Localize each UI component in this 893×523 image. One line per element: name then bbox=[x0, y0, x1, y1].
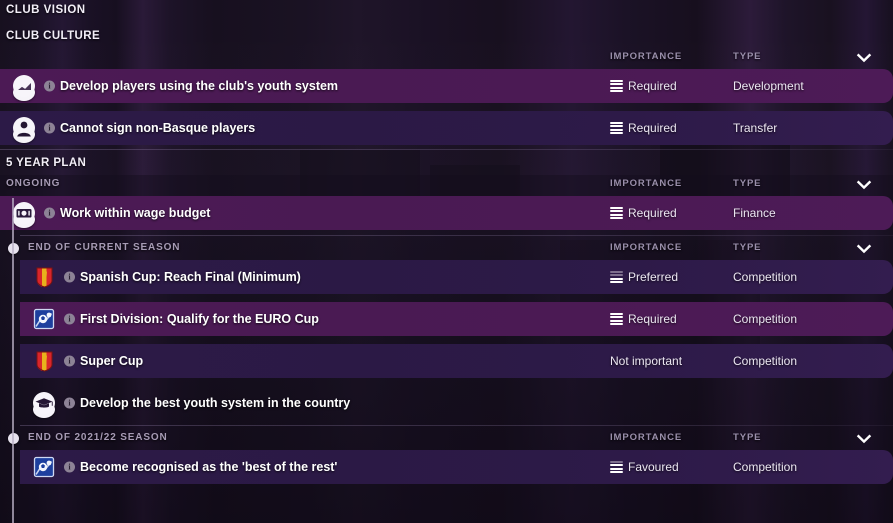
row-label: Spanish Cup: Reach Final (Minimum) bbox=[80, 270, 301, 284]
vision-row[interactable]: i Become recognised as the 'best of the r… bbox=[20, 450, 893, 484]
chevron-down-icon[interactable] bbox=[856, 243, 872, 255]
first-division-badge-icon bbox=[33, 308, 55, 334]
graduation-cap-icon bbox=[33, 392, 55, 418]
spanish-cup-badge-icon bbox=[33, 267, 55, 292]
column-header: IMPORTANCE TYPE bbox=[0, 432, 893, 448]
importance-bars-icon bbox=[610, 206, 623, 220]
info-icon[interactable]: i bbox=[44, 80, 55, 92]
row-importance: Not important bbox=[610, 354, 682, 368]
column-header-type: TYPE bbox=[733, 178, 762, 189]
column-header: IMPORTANCE TYPE bbox=[0, 242, 893, 258]
row-type: Transfer bbox=[733, 121, 778, 135]
chevron-down-icon[interactable] bbox=[856, 433, 872, 445]
column-header: IMPORTANCE TYPE bbox=[0, 178, 893, 194]
person-icon bbox=[13, 117, 35, 143]
info-icon[interactable]: i bbox=[64, 355, 75, 367]
row-badge bbox=[13, 202, 35, 228]
row-type: Competition bbox=[733, 312, 798, 326]
row-importance-label: Preferred bbox=[628, 270, 679, 284]
column-header-importance: IMPORTANCE bbox=[610, 51, 683, 62]
row-label: Super Cup bbox=[80, 354, 144, 368]
chevron-down-icon[interactable] bbox=[856, 179, 872, 191]
info-icon[interactable]: i bbox=[64, 271, 75, 283]
row-badge bbox=[13, 117, 35, 143]
row-badge bbox=[33, 392, 55, 418]
page-title: CLUB VISION bbox=[6, 4, 86, 16]
vision-row[interactable]: i Develop the best youth system in the co… bbox=[20, 386, 893, 420]
first-division-badge-icon bbox=[33, 456, 55, 482]
row-importance-label: Required bbox=[628, 79, 677, 93]
info-icon[interactable]: i bbox=[44, 122, 55, 134]
row-type: Development bbox=[733, 79, 804, 93]
column-header: IMPORTANCE TYPE bbox=[0, 51, 893, 67]
row-badge bbox=[33, 456, 55, 478]
importance-bars-icon bbox=[610, 121, 623, 135]
vision-row[interactable]: i Spanish Cup: Reach Final (Minimum) Prefe… bbox=[20, 260, 893, 294]
row-label: Cannot sign non-Basque players bbox=[60, 121, 256, 135]
group-divider bbox=[20, 235, 893, 236]
growth-chart-icon bbox=[13, 75, 35, 101]
row-label: Develop the best youth system in the cou… bbox=[80, 396, 351, 410]
importance-bars-icon bbox=[610, 270, 623, 284]
row-badge bbox=[13, 75, 35, 101]
row-badge bbox=[33, 308, 55, 330]
row-importance: Required bbox=[610, 206, 677, 220]
vision-row[interactable]: i Develop players using the club's youth … bbox=[0, 69, 893, 103]
row-badge bbox=[33, 266, 55, 288]
row-badge bbox=[33, 350, 55, 372]
row-label: Become recognised as the 'best of the re… bbox=[80, 460, 338, 474]
info-icon[interactable]: i bbox=[44, 207, 55, 219]
row-importance-label: Favoured bbox=[628, 460, 679, 474]
column-header-type: TYPE bbox=[733, 242, 762, 253]
column-header-type: TYPE bbox=[733, 51, 762, 62]
importance-bars-icon bbox=[610, 79, 623, 93]
row-importance: Preferred bbox=[610, 270, 678, 284]
vision-row[interactable]: i First Division: Qualify for the EURO Cu… bbox=[20, 302, 893, 336]
row-type: Competition bbox=[733, 354, 798, 368]
row-importance: Favoured bbox=[610, 460, 679, 474]
row-label: Work within wage budget bbox=[60, 206, 211, 220]
section-title-five-year-plan: 5 YEAR PLAN bbox=[6, 157, 87, 169]
info-icon[interactable]: i bbox=[64, 461, 75, 473]
vision-row[interactable]: i Work within wage budget Required Finance bbox=[0, 196, 893, 230]
row-label: Develop players using the club's youth s… bbox=[60, 79, 339, 93]
section-title-club-culture: CLUB CULTURE bbox=[6, 30, 101, 42]
column-header-importance: IMPORTANCE bbox=[610, 242, 683, 253]
spanish-cup-badge-icon bbox=[33, 351, 55, 376]
row-label: First Division: Qualify for the EURO Cup bbox=[80, 312, 319, 326]
timeline-line bbox=[12, 198, 14, 523]
row-importance: Required bbox=[610, 79, 677, 93]
row-type: Competition bbox=[733, 270, 798, 284]
chevron-down-icon[interactable] bbox=[856, 52, 872, 64]
info-icon[interactable]: i bbox=[64, 397, 75, 409]
section-divider bbox=[0, 149, 893, 150]
row-importance-label: Not important bbox=[610, 354, 683, 368]
column-header-importance: IMPORTANCE bbox=[610, 178, 683, 189]
row-importance-label: Required bbox=[628, 121, 677, 135]
row-importance-label: Required bbox=[628, 312, 677, 326]
money-icon bbox=[13, 202, 35, 228]
info-icon[interactable]: i bbox=[64, 313, 75, 325]
vision-row[interactable]: i Cannot sign non-Basque players Required T… bbox=[0, 111, 893, 145]
importance-bars-icon bbox=[610, 312, 623, 326]
vision-row[interactable]: i Super Cup Not important Competition bbox=[20, 344, 893, 378]
column-header-importance: IMPORTANCE bbox=[610, 432, 683, 443]
row-importance-label: Required bbox=[628, 206, 677, 220]
row-type: Competition bbox=[733, 460, 798, 474]
row-importance: Required bbox=[610, 121, 677, 135]
column-header-type: TYPE bbox=[733, 432, 762, 443]
row-importance: Required bbox=[610, 312, 677, 326]
importance-bars-icon bbox=[610, 460, 623, 474]
group-divider bbox=[20, 425, 893, 426]
row-type: Finance bbox=[733, 206, 776, 220]
